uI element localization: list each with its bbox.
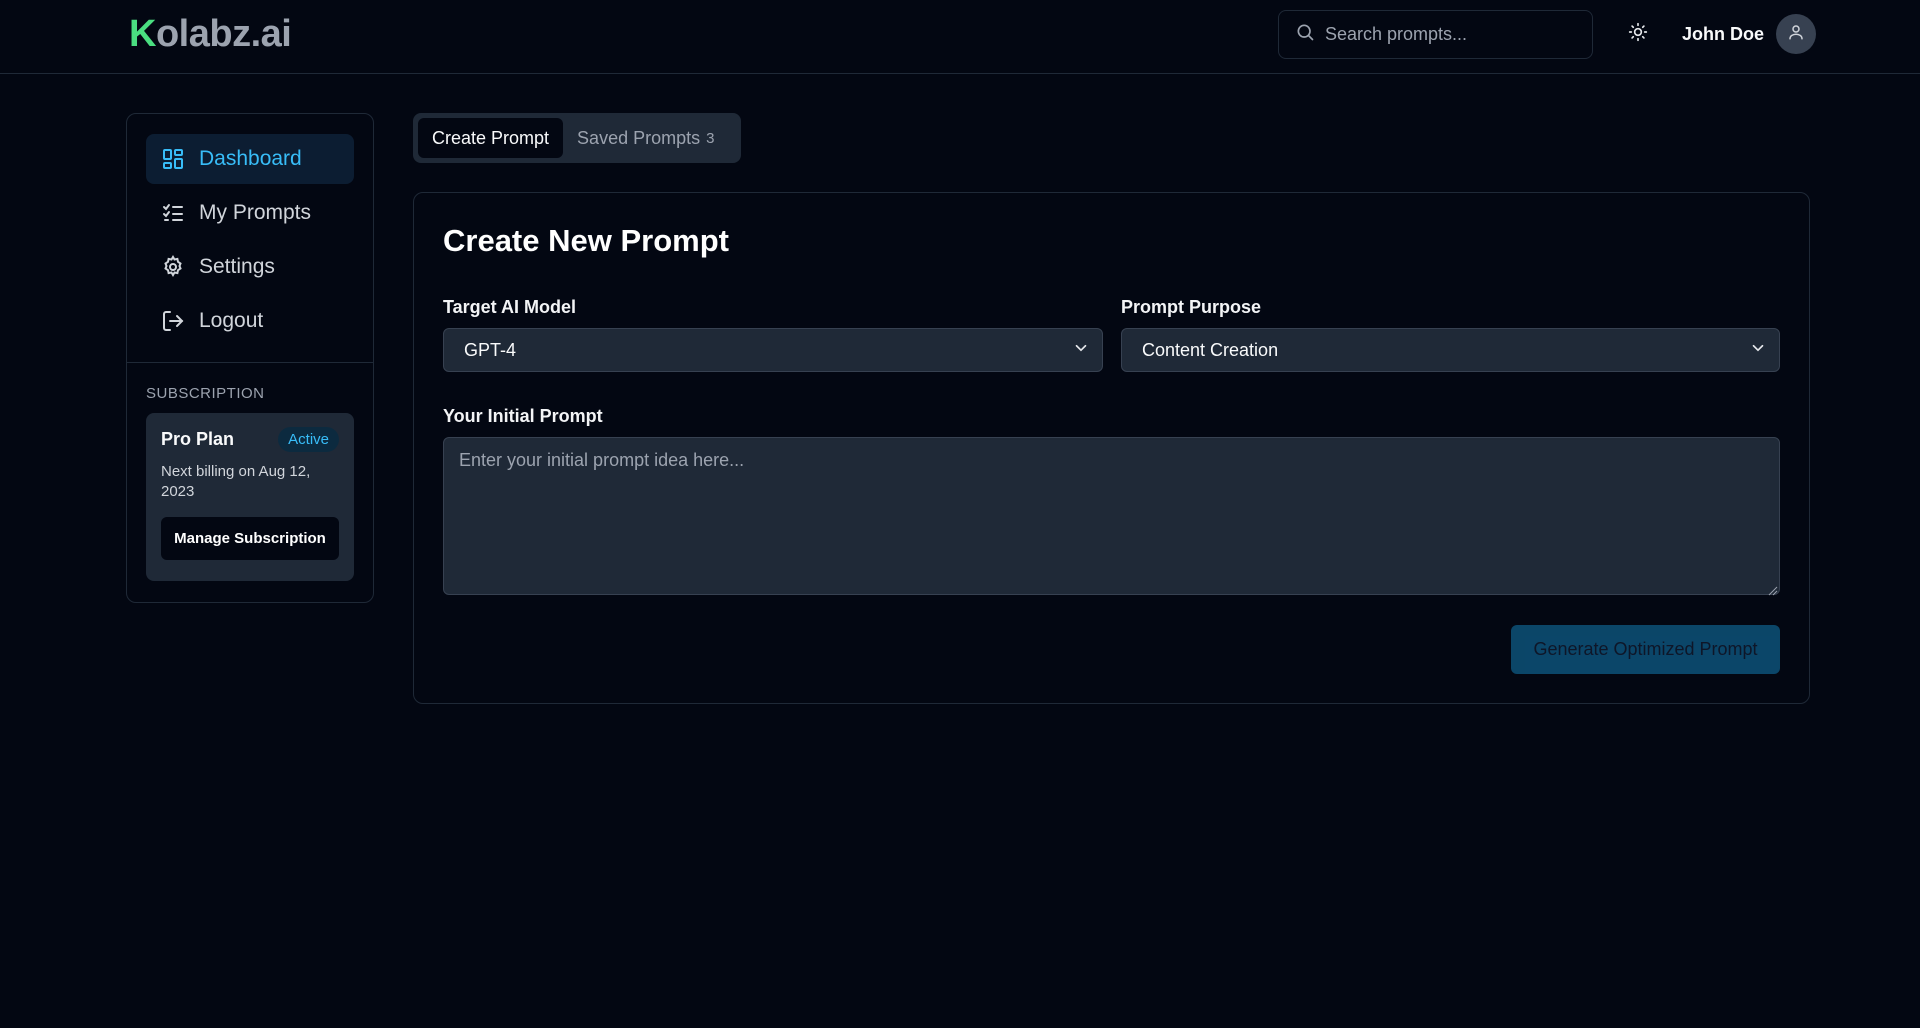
search-input[interactable] (1325, 24, 1565, 45)
sidebar-item-label: Settings (199, 255, 275, 278)
tab-label: Create Prompt (432, 127, 550, 148)
sidebar-item-settings[interactable]: Settings (146, 242, 354, 292)
resize-handle-icon[interactable] (1768, 583, 1778, 596)
page-title: Create New Prompt (443, 223, 729, 258)
create-prompt-card: Create New Prompt Target AI Model GPT-4 … (413, 192, 1810, 704)
model-select[interactable]: GPT-4 (443, 328, 1103, 372)
model-select-value: GPT-4 (464, 339, 517, 360)
logo-text: olabz.ai (155, 12, 292, 55)
billing-info: Next billing on Aug 12, 2023 (161, 463, 311, 500)
sidebar-item-logout[interactable]: Logout (146, 296, 354, 346)
plan-row: Pro Plan Active (161, 427, 339, 452)
initial-prompt-textarea[interactable] (443, 437, 1780, 595)
sun-icon (1628, 22, 1648, 47)
user-menu[interactable]: John Doe (1682, 14, 1817, 54)
sidebar-item-label: My Prompts (199, 201, 312, 224)
top-header: Kolabz.ai John Doe (0, 0, 1920, 74)
tab-saved-prompts[interactable]: Saved Prompts 3 (563, 118, 728, 158)
list-checks-icon (161, 201, 185, 225)
generate-optimized-prompt-button[interactable]: Generate Optimized Prompt (1511, 625, 1780, 674)
tab-count-badge: 3 (706, 129, 715, 147)
purpose-select[interactable]: Content Creation (1121, 328, 1780, 372)
dashboard-icon (161, 147, 185, 171)
tab-label: Saved Prompts (577, 127, 701, 148)
theme-toggle-button[interactable] (1622, 18, 1654, 50)
purpose-label: Prompt Purpose (1121, 297, 1262, 317)
gear-icon (161, 255, 185, 279)
prompt-tabs: Create Prompt Saved Prompts 3 (413, 113, 741, 163)
subscription-card: Pro Plan Active Next billing on Aug 12, … (146, 413, 354, 581)
brand-logo[interactable]: Kolabz.ai (129, 12, 292, 55)
chevron-down-icon (1749, 339, 1767, 362)
avatar[interactable] (1776, 14, 1817, 54)
manage-subscription-button[interactable]: Manage Subscription (161, 517, 339, 560)
plan-name: Pro Plan (161, 429, 235, 449)
search-icon (1295, 22, 1315, 47)
sidebar-item-label: Logout (199, 309, 264, 332)
sidebar: Dashboard My Prompts Settings Logout SUB… (126, 113, 374, 603)
user-name: John Doe (1682, 23, 1765, 44)
sidebar-item-label: Dashboard (199, 147, 302, 170)
logout-icon (161, 309, 185, 333)
logo-k: K (129, 12, 156, 55)
tab-create-prompt[interactable]: Create Prompt (418, 118, 564, 158)
prompt-label: Your Initial Prompt (443, 406, 603, 426)
chevron-down-icon (1072, 339, 1090, 362)
model-label: Target AI Model (443, 297, 577, 317)
sidebar-item-my-prompts[interactable]: My Prompts (146, 188, 354, 238)
purpose-select-value: Content Creation (1142, 339, 1279, 360)
sidebar-item-dashboard[interactable]: Dashboard (146, 134, 354, 184)
subscription-heading: SUBSCRIPTION (146, 385, 265, 402)
search-box[interactable] (1278, 10, 1593, 59)
sidebar-nav: Dashboard My Prompts Settings Logout (127, 114, 373, 346)
user-icon (1787, 23, 1805, 46)
status-badge: Active (278, 427, 339, 452)
